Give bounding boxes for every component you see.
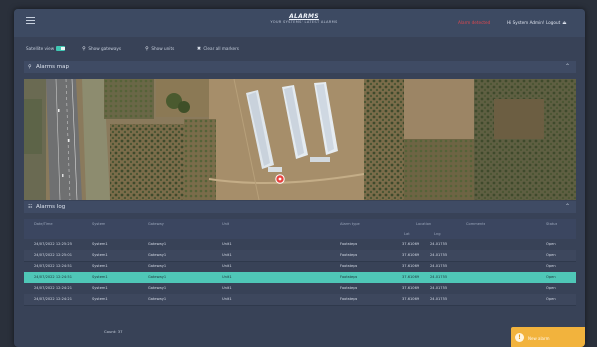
show-gateways-button[interactable]: ⚲ Show gateways — [81, 46, 121, 52]
col-status[interactable]: Status — [546, 222, 557, 226]
user-greeting[interactable]: Hi System Admin! Logout — [507, 20, 560, 25]
cell-gateway: Gateway1 — [148, 297, 167, 301]
page-title: ALARMS — [289, 13, 319, 20]
alarms-map-header[interactable]: ⚲ Alarms map ⌃ — [24, 61, 576, 73]
alarms-map-title: Alarms map — [36, 64, 70, 70]
cell-datetime: 24/07/2022 12:24:51 — [34, 264, 72, 268]
cell-status: Open — [546, 264, 556, 268]
clear-markers-label: Clear all markers — [203, 46, 239, 51]
list-icon: ☷ — [28, 203, 33, 210]
cell-alarm-type: Footsteps — [340, 297, 358, 301]
cell-lat: 37.61069 — [402, 275, 420, 279]
cell-datetime: 24/07/2022 12:25:25 — [34, 242, 72, 246]
chevron-up-icon[interactable]: ⌃ — [565, 63, 570, 70]
cell-alarm-type: Footsteps — [340, 286, 358, 290]
cell-lat: 37.61069 — [402, 297, 420, 301]
gateway-pin-icon: ⚲ — [82, 46, 86, 52]
cell-lng: 24.01755 — [430, 275, 448, 279]
cell-system: System1 — [92, 253, 108, 257]
alarm-alert-text[interactable]: Alarm detected — [458, 20, 490, 25]
table-subheader: Lat Lng — [24, 230, 576, 239]
table-row[interactable]: 24/07/2022 12:24:51 System1 Gateway1 Unit1 F… — [24, 272, 576, 283]
cell-datetime: 24/07/2022 12:25:01 — [34, 253, 72, 257]
show-units-button[interactable]: ⚲ Show units — [144, 46, 174, 52]
unit-pin-icon: ⚲ — [145, 46, 149, 52]
col-lng[interactable]: Lng — [434, 232, 441, 236]
cell-system: System1 — [92, 242, 108, 246]
cell-alarm-type: Footsteps — [340, 275, 358, 279]
brand: ALARMS YOUR SYSTEMS' LATEST ALARMS — [254, 13, 354, 25]
cell-status: Open — [546, 275, 556, 279]
user-menu[interactable]: Hi System Admin! Logout ⏏ — [507, 20, 567, 26]
new-alarm-toast[interactable]: ! New alarm — [511, 327, 585, 347]
col-location: Location — [416, 222, 432, 226]
cell-gateway: Gateway1 — [148, 286, 167, 290]
map-pin-icon: ⚲ — [28, 63, 32, 70]
alarms-log-title: Alarms log — [36, 204, 66, 210]
bell-icon: ! — [515, 333, 524, 342]
cell-lng: 24.01755 — [430, 297, 448, 301]
cell-alarm-type: Footsteps — [340, 242, 358, 246]
show-units-label: Show units — [151, 46, 175, 51]
satellite-switch[interactable] — [56, 46, 66, 51]
col-unit[interactable]: Unit — [222, 222, 229, 226]
page-subtitle: YOUR SYSTEMS' LATEST ALARMS — [270, 20, 338, 25]
cell-lng: 24.01755 — [430, 264, 448, 268]
table-header: Date/Time System Gateway Unit Alarm type… — [24, 219, 576, 230]
satellite-map[interactable] — [24, 79, 576, 200]
app-window: ALARMS YOUR SYSTEMS' LATEST ALARMS Alarm… — [14, 9, 585, 347]
cell-lat: 37.61069 — [402, 264, 420, 268]
satellite-imagery[interactable] — [24, 79, 576, 200]
table-row[interactable]: 24/07/2022 12:24:21 System1 Gateway1 Unit1 F… — [24, 294, 576, 306]
cell-unit: Unit1 — [222, 253, 232, 257]
cell-gateway: Gateway1 — [148, 242, 167, 246]
cell-gateway: Gateway1 — [148, 253, 167, 257]
cell-unit: Unit1 — [222, 275, 232, 279]
show-gateways-label: Show gateways — [88, 46, 122, 51]
cell-lat: 37.61069 — [402, 242, 420, 246]
cell-system: System1 — [92, 275, 108, 279]
col-gateway[interactable]: Gateway — [148, 222, 164, 226]
clear-markers-button[interactable]: ✖ Clear all markers — [196, 46, 239, 52]
cell-lat: 37.61069 — [402, 286, 420, 290]
cell-lng: 24.01755 — [430, 286, 448, 290]
clear-icon: ✖ — [196, 46, 202, 52]
col-lat[interactable]: Lat — [404, 232, 410, 236]
cell-status: Open — [546, 297, 556, 301]
cell-status: Open — [546, 242, 556, 246]
cell-system: System1 — [92, 264, 108, 268]
col-comments[interactable]: Comments — [466, 222, 485, 226]
col-alarm-type[interactable]: Alarm type — [340, 222, 360, 226]
cell-datetime: 24/07/2022 12:24:21 — [34, 297, 72, 301]
cell-gateway: Gateway1 — [148, 264, 167, 268]
top-bar: ALARMS YOUR SYSTEMS' LATEST ALARMS Alarm… — [14, 9, 585, 37]
cell-datetime: 24/07/2022 12:24:21 — [34, 286, 72, 290]
satellite-label: Satellite view — [26, 46, 55, 51]
cell-unit: Unit1 — [222, 297, 232, 301]
chevron-up-icon[interactable]: ⌃ — [565, 203, 570, 210]
cell-alarm-type: Footsteps — [340, 253, 358, 257]
cell-unit: Unit1 — [222, 264, 232, 268]
cell-unit: Unit1 — [222, 286, 232, 290]
cell-status: Open — [546, 286, 556, 290]
cell-lng: 24.01755 — [430, 242, 448, 246]
cell-lng: 24.01755 — [430, 253, 448, 257]
cell-system: System1 — [92, 286, 108, 290]
col-datetime[interactable]: Date/Time — [34, 222, 53, 226]
cell-system: System1 — [92, 297, 108, 301]
cell-lat: 37.61069 — [402, 253, 420, 257]
col-system[interactable]: System — [92, 222, 105, 226]
alarms-log-header[interactable]: ☷ Alarms log ⌃ — [24, 201, 576, 213]
cell-status: Open — [546, 253, 556, 257]
cell-alarm-type: Footsteps — [340, 264, 358, 268]
cell-datetime: 24/07/2022 12:24:51 — [34, 275, 72, 279]
satellite-toggle[interactable]: Satellite view — [26, 46, 66, 51]
toast-text: New alarm — [528, 336, 550, 341]
alarm-count: Count: 37 — [104, 329, 123, 334]
cell-gateway: Gateway1 — [148, 275, 167, 279]
cell-unit: Unit1 — [222, 242, 232, 246]
menu-icon[interactable] — [26, 17, 35, 25]
logout-icon[interactable]: ⏏ — [562, 21, 566, 26]
